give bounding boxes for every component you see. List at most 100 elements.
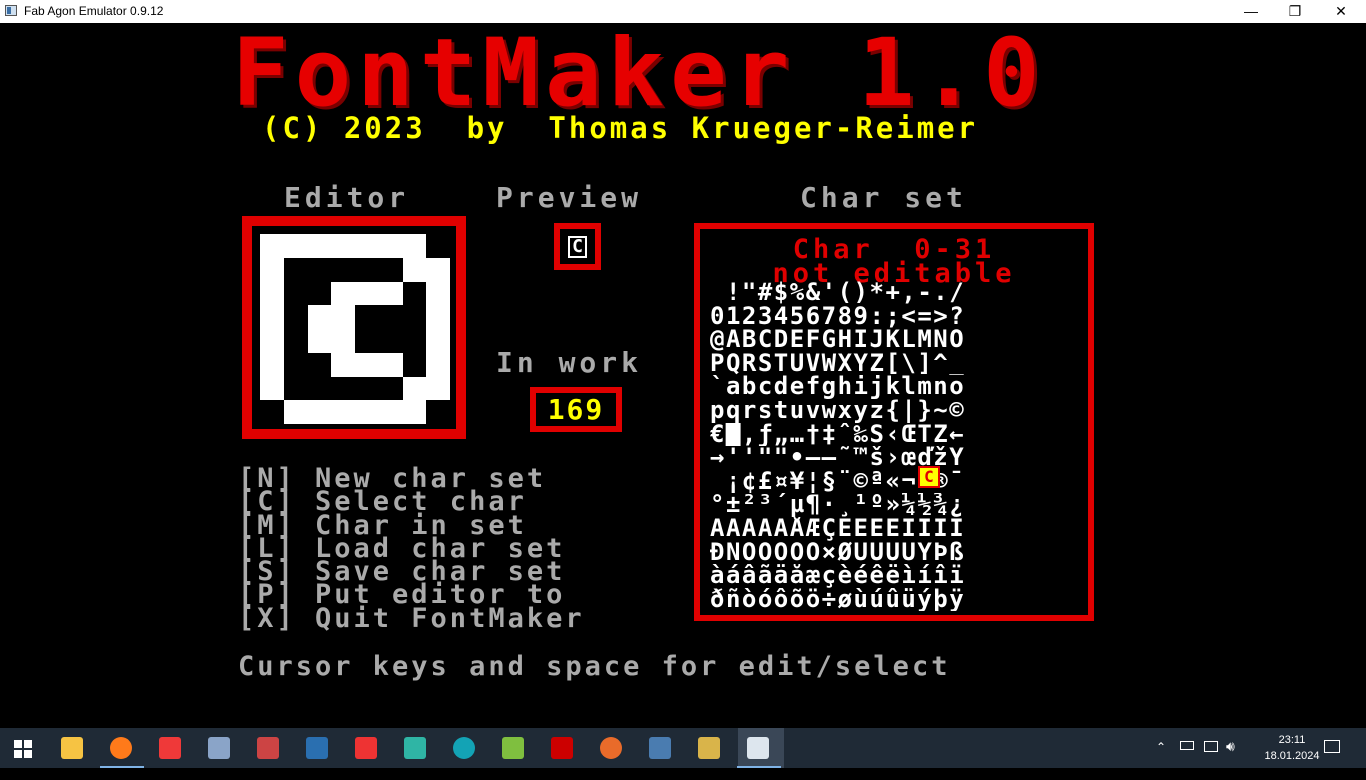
editor-pixel[interactable] (426, 305, 450, 329)
charset-row[interactable]: ÀÁÂÃÄÅÆÇÈÉÊËÌÍÎÏ (710, 517, 1080, 541)
editor-pixel[interactable] (402, 400, 427, 424)
editor-pixel[interactable] (331, 305, 355, 329)
charset-row[interactable]: @ABCDEFGHIJKLMNO (710, 328, 1080, 352)
editor-pixel[interactable] (378, 234, 403, 258)
editor-pixel[interactable] (355, 305, 379, 329)
editor-pixel[interactable] (283, 305, 308, 329)
editor-pixel[interactable] (283, 400, 308, 424)
editor-pixel[interactable] (283, 257, 308, 282)
editor-pixel[interactable] (307, 281, 332, 306)
editor-pixel[interactable] (307, 376, 332, 401)
editor-pixel[interactable] (283, 281, 308, 306)
firefox-icon[interactable] (110, 737, 132, 759)
editor-pixel[interactable] (331, 352, 355, 377)
editor-pixel[interactable] (283, 352, 308, 377)
image-viewer-icon[interactable] (502, 737, 524, 759)
battery-icon[interactable] (1180, 741, 1194, 750)
charset-selected-char[interactable]: C (918, 466, 940, 488)
file-explorer-icon[interactable] (61, 737, 83, 759)
taskbar-clock[interactable]: 23:11 18.01.2024 (1262, 732, 1322, 764)
charset-row[interactable]: !"#$%&'()*+,-./ (710, 281, 1080, 305)
editor-pixel[interactable] (307, 234, 332, 258)
editor-pixel[interactable] (402, 257, 427, 282)
charset-row[interactable]: €█‚ƒ„…†‡ˆ‰Š‹ŒŤŽ← (710, 423, 1080, 447)
editor-pixel[interactable] (283, 329, 308, 353)
agon-icon[interactable] (698, 737, 720, 759)
editor-pixel[interactable] (402, 305, 427, 329)
editor-grid[interactable] (260, 234, 450, 424)
editor-pixel[interactable] (355, 257, 379, 282)
charset-row[interactable]: ¡¢£¤¥¦§¨©ª«¬-®¯ (710, 470, 1080, 494)
notifications-icon[interactable] (1324, 740, 1340, 753)
editor-pixel[interactable] (426, 234, 450, 258)
editor-pixel[interactable] (355, 376, 379, 401)
editor-pixel[interactable] (283, 376, 308, 401)
editor-pixel[interactable] (331, 234, 355, 258)
editor-pixel[interactable] (378, 352, 403, 377)
emulator-icon[interactable] (747, 737, 769, 759)
charset-row[interactable]: °±²³´µ¶·¸¹º»¼½¾¿ (710, 493, 1080, 517)
bitwarden-icon[interactable] (600, 737, 622, 759)
editor-pixel[interactable] (260, 400, 284, 424)
charset-row[interactable]: ðñòóôõö÷øùúûüýþÿ (710, 588, 1080, 612)
wand-icon[interactable] (257, 737, 279, 759)
charset-grid[interactable]: !"#$%&'()*+,-./0123456789:;<=>? @ABCDEFGH… (710, 281, 1080, 611)
editor-pixel[interactable] (378, 400, 403, 424)
editor-pixel[interactable] (378, 376, 403, 401)
editor-pixel[interactable] (260, 234, 284, 258)
editor-pixel[interactable] (426, 329, 450, 353)
charset-row[interactable]: PQRSTUVWXYZ[\]^_ (710, 352, 1080, 376)
vivaldi-icon[interactable] (159, 737, 181, 759)
maximize-button[interactable]: ❐ (1272, 0, 1318, 23)
control-panel-icon[interactable] (208, 737, 230, 759)
editor-pixel[interactable] (355, 234, 379, 258)
tray-chevron-icon[interactable]: ⌃ (1156, 740, 1166, 780)
editor-pixel[interactable] (307, 305, 332, 329)
editor-pixel[interactable] (402, 281, 427, 306)
arduino-icon[interactable] (453, 737, 475, 759)
editor-pixel[interactable] (378, 281, 403, 306)
minimize-button[interactable]: — (1228, 0, 1274, 23)
editor-pixel[interactable] (260, 257, 284, 282)
emulator-screen[interactable]: FontMaker 1.0 (C) 2023 by Thomas Krueger… (0, 23, 1366, 728)
editor-pixel[interactable] (402, 329, 427, 353)
editor-pixel[interactable] (283, 234, 308, 258)
menu-item-quit[interactable]: [X] Quit FontMaker (238, 605, 585, 632)
filezilla-icon[interactable] (551, 737, 573, 759)
editor-pixel[interactable] (426, 281, 450, 306)
editor-pixel[interactable] (260, 281, 284, 306)
editor-pixel[interactable] (426, 352, 450, 377)
editor-pixel[interactable] (426, 400, 450, 424)
editor-pixel[interactable] (402, 352, 427, 377)
editor-pixel[interactable] (260, 376, 284, 401)
editor-pixel[interactable] (331, 329, 355, 353)
network-icon[interactable] (1204, 741, 1218, 752)
editor-pixel[interactable] (378, 329, 403, 353)
editor-pixel[interactable] (307, 400, 332, 424)
filezilla-red-icon[interactable] (355, 737, 377, 759)
editor-pixel[interactable] (426, 376, 450, 401)
editor-pixel[interactable] (402, 376, 427, 401)
editor-pixel[interactable] (307, 352, 332, 377)
editor-pixel[interactable] (355, 329, 379, 353)
editor-pixel[interactable] (402, 234, 427, 258)
notepad-icon[interactable] (649, 737, 671, 759)
editor-pixel[interactable] (355, 281, 379, 306)
close-button[interactable]: ✕ (1318, 0, 1364, 23)
editor-pixel[interactable] (331, 400, 355, 424)
editor-pixel[interactable] (331, 281, 355, 306)
charset-row[interactable]: àáâãäåæçèéêëìíîï (710, 564, 1080, 588)
editor-pixel[interactable] (307, 257, 332, 282)
editor-pixel[interactable] (426, 257, 450, 282)
windows-start-icon[interactable] (14, 740, 32, 758)
editor-pixel[interactable] (331, 376, 355, 401)
charset-row[interactable]: 0123456789:;<=>? (710, 305, 1080, 329)
editor-pixel[interactable] (355, 352, 379, 377)
editor-pixel[interactable] (331, 257, 355, 282)
charset-row[interactable]: `abcdefghijklmno (710, 375, 1080, 399)
volume-icon[interactable]: 🔊︎ (1226, 738, 1235, 778)
editor-pixel[interactable] (355, 400, 379, 424)
editor-pixel[interactable] (378, 305, 403, 329)
editor-pixel[interactable] (260, 329, 284, 353)
editor-pixel[interactable] (260, 305, 284, 329)
